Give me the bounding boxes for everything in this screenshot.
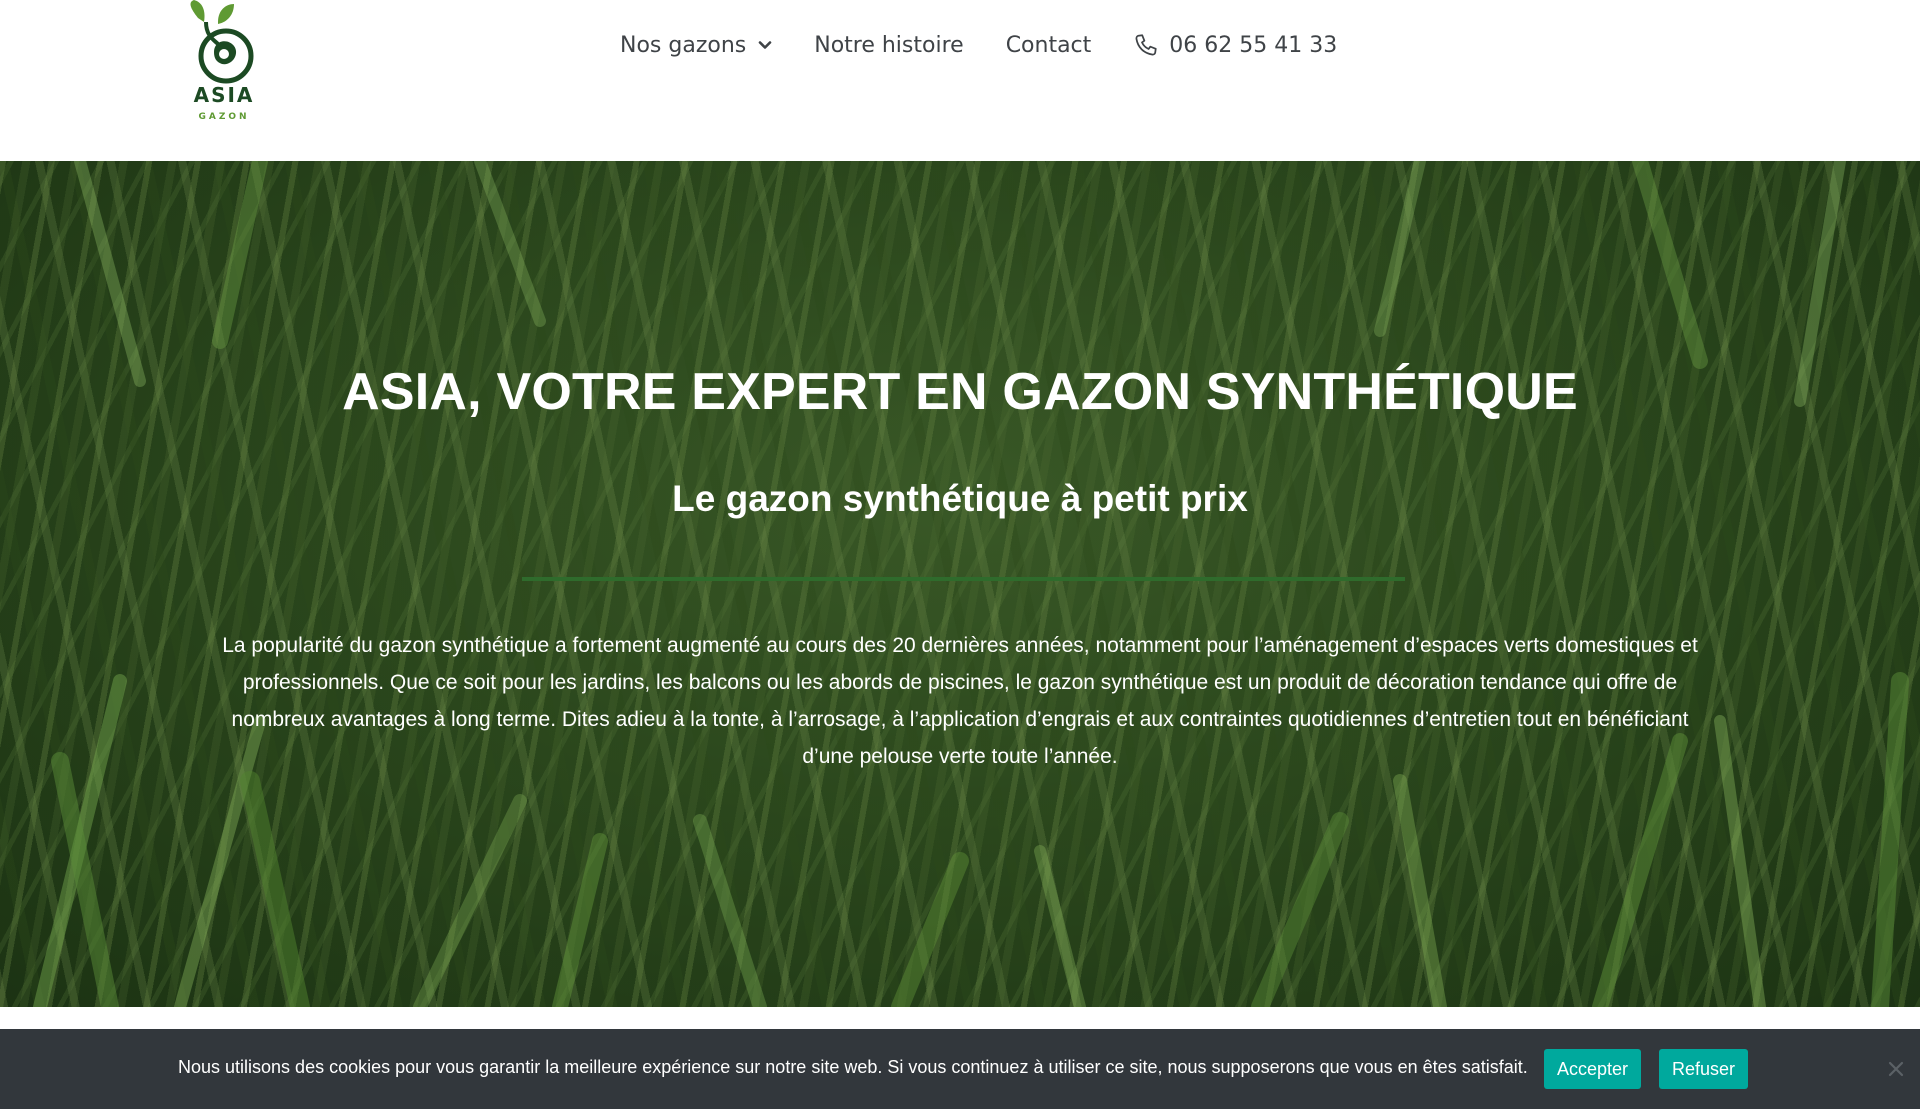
cookie-message: Nous utilisons des cookies pour vous gar… [178, 1057, 1528, 1077]
logo-tagline: GAZON [198, 112, 250, 122]
cookie-consent-bar: Nous utilisons des cookies pour vous gar… [0, 1029, 1920, 1109]
nav-item-contact[interactable]: Contact [1006, 33, 1092, 58]
nav-phone-link[interactable]: 06 62 55 41 33 [1133, 32, 1337, 58]
leaf-logo-icon [190, 0, 254, 84]
nav-item-label: Notre histoire [814, 32, 964, 58]
hero-banner: ASIA, VOTRE EXPERT EN GAZON SYNTHÉTIQUE … [0, 161, 1920, 1007]
cookie-accept-button[interactable]: Accepter [1544, 1049, 1642, 1089]
nav-item-label: Contact [1005, 32, 1092, 58]
nav-item-notre-histoire[interactable]: Notre histoire [814, 33, 963, 58]
main-nav: Nos gazons Notre histoire Contact 06 62 … [620, 28, 1337, 62]
close-icon[interactable] [1884, 1057, 1908, 1081]
hero-divider [522, 577, 1405, 581]
nav-item-nos-gazons[interactable]: Nos gazons [620, 33, 772, 58]
hero-paragraph: La popularité du gazon synthétique a for… [222, 634, 1698, 768]
site-logo[interactable]: ASIA GAZON [178, 0, 270, 126]
chevron-down-icon [758, 41, 772, 49]
phone-number: 06 62 55 41 33 [1169, 32, 1338, 58]
cookie-refuse-button[interactable]: Refuser [1659, 1049, 1749, 1089]
site-header: ASIA GAZON Nos gazons Notre histoire Con… [0, 0, 1920, 161]
nav-item-label: Nos gazons [620, 32, 747, 58]
hero-subtitle: Le gazon synthétique à petit prix [672, 478, 1248, 519]
phone-icon [1135, 34, 1157, 56]
logo-wordmark: ASIA [193, 83, 255, 107]
hero-title: ASIA, VOTRE EXPERT EN GAZON SYNTHÉTIQUE [342, 363, 1578, 421]
grass-background-image [33, 161, 1909, 1007]
